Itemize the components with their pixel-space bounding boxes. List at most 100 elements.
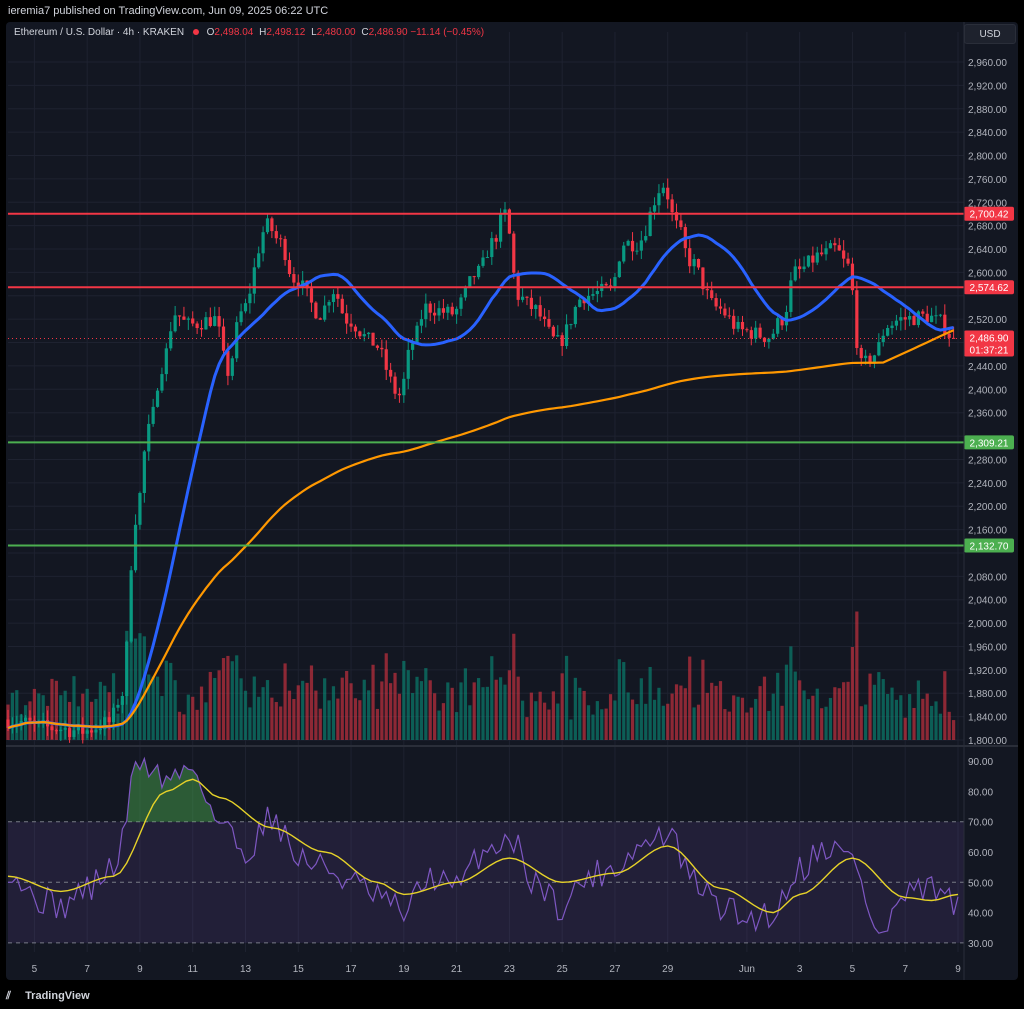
candle-body xyxy=(947,333,951,338)
volume-bar xyxy=(789,646,793,740)
volume-bar xyxy=(622,662,626,740)
candle-body xyxy=(648,211,652,237)
candle-body xyxy=(331,294,336,303)
volume-bar xyxy=(419,681,424,740)
candle-body xyxy=(890,325,894,329)
candle-body xyxy=(402,378,406,396)
footer-brand: ⫽ TradingView xyxy=(6,986,90,1006)
volume-bar xyxy=(520,700,525,740)
volume-bar xyxy=(397,693,402,740)
price-axis-label: 1,880.00 xyxy=(968,689,1007,700)
volume-bar xyxy=(305,682,309,740)
volume-bar xyxy=(463,668,468,740)
volume-bar xyxy=(630,699,635,740)
candle-body xyxy=(538,305,542,317)
volume-bar xyxy=(732,695,736,740)
candle-body xyxy=(186,318,190,320)
time-axis-label: 11 xyxy=(188,964,199,975)
volume-bar xyxy=(208,671,212,740)
volume-bar xyxy=(837,688,841,740)
price-axis-label: 2,040.00 xyxy=(968,596,1007,607)
volume-bar xyxy=(433,693,437,740)
candle-body xyxy=(345,313,349,324)
price-axis-label: 2,200.00 xyxy=(968,502,1007,513)
volume-bar xyxy=(754,698,758,740)
volume-bar xyxy=(498,677,503,740)
candle-body xyxy=(877,342,881,356)
volume-bar xyxy=(455,712,459,740)
volume-bar xyxy=(160,696,164,740)
candle-body xyxy=(173,315,177,332)
candle-body xyxy=(23,717,28,722)
volume-bar xyxy=(784,664,789,740)
time-axis-label: 25 xyxy=(557,964,569,975)
candle-body xyxy=(393,376,397,394)
candle-body xyxy=(85,730,89,734)
candle-body xyxy=(569,324,573,326)
volume-bar xyxy=(76,706,80,740)
volume-bar xyxy=(477,678,481,740)
volume-bar xyxy=(173,680,177,740)
resistance-level-label: 2,574.62 xyxy=(970,283,1009,294)
price-axis-label: 2,760.00 xyxy=(968,175,1007,186)
volume-bar xyxy=(446,682,450,740)
candle-body xyxy=(265,218,270,233)
candle-body xyxy=(859,347,863,359)
volume-bar xyxy=(899,695,903,740)
price-axis-label: 1,840.00 xyxy=(968,713,1007,724)
candle-body xyxy=(463,286,468,298)
volume-bar xyxy=(384,653,388,740)
volume-bar xyxy=(573,677,577,740)
volume-bar xyxy=(490,656,494,740)
volume-bar xyxy=(450,687,454,740)
time-axis-label: 7 xyxy=(902,964,908,975)
published-header: ieremia7 published on TradingView.com, J… xyxy=(0,0,1024,22)
candle-body xyxy=(652,205,657,212)
chart-canvas[interactable]: 2,700.42 2,574.62 2,309.21 2,132.70 2,486.90… xyxy=(6,22,1018,980)
rsi-axis-label: 60.00 xyxy=(968,848,993,859)
candle-body xyxy=(815,252,819,263)
volume-bar xyxy=(718,681,723,740)
candle-body xyxy=(367,332,371,335)
volume-bar xyxy=(358,700,362,740)
candle-body xyxy=(217,316,221,327)
volume-bar xyxy=(578,687,582,740)
candle-body xyxy=(397,393,402,396)
volume-bar xyxy=(820,708,824,740)
candle-body xyxy=(243,303,248,312)
volume-bar xyxy=(736,696,740,740)
candle-body xyxy=(635,250,639,252)
volume-bar xyxy=(758,686,762,740)
currency-button[interactable]: USD xyxy=(964,24,1016,44)
price-axis-label: 1,920.00 xyxy=(968,666,1007,677)
volume-bar xyxy=(661,705,665,740)
volume-bar xyxy=(199,686,204,740)
volume-bar xyxy=(459,682,463,740)
candle-body xyxy=(670,199,674,213)
candle-body xyxy=(283,238,287,261)
volume-bar xyxy=(155,676,160,740)
support-level-label: 2,132.70 xyxy=(970,542,1009,553)
volume-bar xyxy=(877,672,881,740)
candle-body xyxy=(257,253,261,268)
candle-body xyxy=(230,358,234,376)
volume-bar xyxy=(859,706,863,740)
volume-bar xyxy=(674,684,679,740)
candle-body xyxy=(287,260,292,275)
volume-bar xyxy=(916,680,921,740)
volume-bar xyxy=(591,714,595,740)
candle-body xyxy=(714,298,718,307)
close-value: 2,486.90 xyxy=(368,27,408,38)
candle-body xyxy=(133,524,138,571)
volume-bar xyxy=(556,703,560,740)
candle-body xyxy=(886,328,890,336)
candle-body xyxy=(428,303,432,313)
volume-bar xyxy=(182,714,186,740)
volume-bar xyxy=(516,676,520,740)
candle-body xyxy=(415,325,419,344)
symbol-name: Ethereum / U.S. Dollar · 4h · KRAKEN xyxy=(14,27,185,38)
volume-bar xyxy=(890,687,894,740)
change-value: −11.14 (−0.45%) xyxy=(410,27,485,38)
candle-body xyxy=(208,317,212,326)
volume-bar xyxy=(340,677,344,740)
